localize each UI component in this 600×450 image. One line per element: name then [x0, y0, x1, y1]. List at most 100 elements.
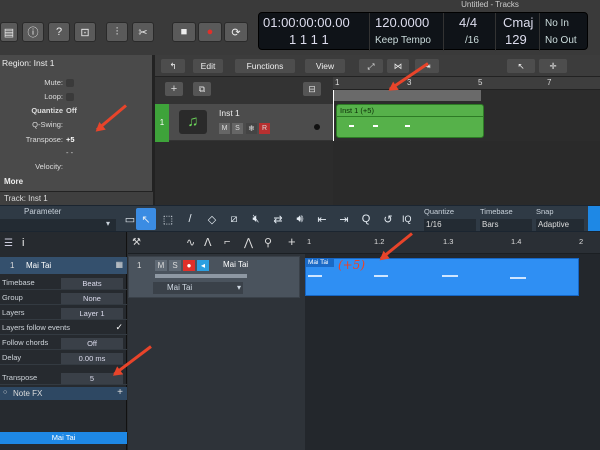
track-inspector-header[interactable]: Track: Inst 1 [0, 191, 153, 205]
s1-track-header[interactable]: 1 M S ● ◂ Mai Tai Mai Tai ▾ [128, 256, 300, 298]
note-fx-row[interactable]: ○ Note FX + [0, 387, 127, 400]
info-icon[interactable]: ⓘ [22, 22, 44, 42]
s1-toolbar: Parameter ▾ ▭ ↖ ⬚ / ◇ ⧄ 🔇︎ ⇄ 🔊︎ ⇤ ⇥ Q ↺ … [0, 205, 600, 232]
s1-ruler[interactable]: 1 1.2 1.3 1.4 2 [305, 232, 600, 254]
parameter-label: Parameter [24, 207, 62, 216]
group-select[interactable]: None [61, 293, 123, 304]
step-back-icon[interactable]: ⇤ [312, 208, 332, 230]
s1-mute-button[interactable]: M [155, 260, 167, 271]
collapse-icon[interactable]: ⋀ [244, 236, 253, 249]
layers-follow-checkbox[interactable]: ✓ [115, 322, 123, 333]
track-number: 1 [155, 104, 169, 142]
list-icon[interactable]: ☰ [4, 238, 13, 249]
timeline-ruler[interactable]: 1 3 5 7 [333, 77, 600, 90]
eraser-tool-icon[interactable]: ◇ [202, 208, 222, 230]
crosshair-tool-icon[interactable]: ✛ [539, 59, 567, 73]
flex-icon[interactable]: ⋈ [387, 59, 409, 73]
toolbar-icon[interactable]: ⊡ [74, 22, 96, 42]
s1-monitor-button[interactable]: ◂ [197, 260, 209, 271]
step-forward-icon[interactable]: ⇥ [334, 208, 354, 230]
instrument-select[interactable]: Mai Tai [153, 282, 243, 294]
note-bar [442, 275, 458, 277]
freeze-icon[interactable]: ❄ [246, 123, 257, 134]
stop-button[interactable]: ■ [172, 22, 196, 42]
catch-icon[interactable]: ⤢ [359, 59, 383, 73]
back-icon[interactable]: ↰ [161, 59, 185, 73]
parameter-dropdown[interactable] [0, 219, 116, 231]
region-inspector-header[interactable]: Region: Inst 1 [2, 58, 54, 68]
flip-icon[interactable]: ↺ [378, 208, 398, 230]
quantize-q-icon[interactable]: Q [356, 208, 376, 230]
range-tool-icon[interactable]: ⬚ [158, 208, 178, 230]
snap-toggle[interactable] [588, 206, 600, 231]
s1-track-name[interactable]: Mai Tai [223, 260, 248, 269]
ruler-mark: 3 [407, 78, 412, 87]
more-disclosure[interactable]: More [4, 177, 23, 186]
mute-checkbox[interactable] [66, 79, 74, 87]
automation-lane-icon[interactable]: ᐱ [204, 236, 212, 249]
transpose-value[interactable]: +5 [66, 135, 75, 144]
loop-checkbox[interactable] [66, 93, 74, 101]
paint-tool-icon[interactable]: ⧄ [224, 208, 244, 230]
s1-record-button[interactable]: ● [183, 260, 195, 271]
note-event[interactable]: Mai Tai (+5) [305, 258, 579, 296]
timebase-select[interactable]: Beats [61, 278, 123, 289]
inspector-row-transpose: Transpose: +5 [0, 135, 153, 147]
info-i-icon[interactable]: i [22, 237, 24, 249]
search-icon[interactable]: ⚲ [264, 236, 272, 249]
menu-edit[interactable]: Edit [193, 59, 223, 73]
inspector-track-row[interactable]: 1 Mai Tai ▦ [0, 257, 127, 274]
iq-label[interactable]: IQ [402, 214, 412, 224]
property-transpose: Transpose 5 [0, 370, 127, 385]
scissors-icon[interactable]: ✂ [132, 22, 154, 42]
property-follow-chords: Follow chords Off [0, 335, 127, 350]
add-track-button[interactable]: + [288, 234, 296, 249]
volume-slider[interactable] [155, 274, 247, 278]
solo-button[interactable]: S [232, 123, 243, 134]
lcd-display: 01:00:00:00.00 1 1 1 1 120.0000 Keep Tem… [258, 12, 588, 51]
automation-icon[interactable]: ∿ [186, 236, 195, 249]
bend-tool-icon[interactable]: ⇄ [268, 208, 288, 230]
transpose-label: Transpose: [25, 135, 63, 144]
timebase-dropdown[interactable]: Bars [480, 219, 532, 231]
snap-dropdown[interactable]: Adaptive [536, 219, 584, 231]
record-enable-button[interactable]: R [259, 123, 270, 134]
mute-button[interactable]: M [219, 123, 230, 134]
cycle-range[interactable] [333, 90, 481, 101]
track-header-inst1[interactable]: 1 ♫ Inst 1 M S ❄ R [155, 103, 333, 142]
split-tool-icon[interactable]: / [180, 208, 200, 230]
property-label: Delay [2, 353, 22, 362]
menu-view[interactable]: View [305, 59, 345, 73]
s1-ruler-mark: 1.4 [511, 237, 522, 246]
midi-region[interactable]: Inst 1 (+5) [336, 104, 484, 138]
mute-tool-icon[interactable]: 🔇︎ [246, 208, 266, 230]
follow-chords-select[interactable]: Off [61, 338, 123, 349]
tracks-menubar: ↰ Edit Functions View ⤢ ⋈ ⇥ ↖ ✛ [155, 55, 600, 77]
s1-solo-button[interactable]: S [169, 260, 181, 271]
duplicate-track-icon[interactable]: ⧉ [193, 82, 211, 96]
pointer-tool-icon[interactable]: ↖ [507, 59, 535, 73]
menu-functions[interactable]: Functions [235, 59, 295, 73]
folder-icon[interactable]: ⌐ [224, 236, 230, 248]
quantize-dropdown[interactable]: 1/16 [424, 219, 476, 231]
property-layers-follow: Layers follow events ✓ [0, 320, 127, 335]
track-name[interactable]: Inst 1 [219, 108, 240, 118]
quantize-value[interactable]: Off [66, 106, 77, 115]
catch-playhead-icon[interactable]: ⊟ [303, 82, 321, 96]
delay-field[interactable]: 0.00 ms [61, 353, 123, 364]
arrow-tool-icon[interactable]: ↖ [136, 208, 156, 230]
cycle-button[interactable]: ⟳ [224, 22, 248, 42]
record-button[interactable]: ● [198, 22, 222, 42]
library-button[interactable]: ▤ [0, 22, 18, 42]
s1-inspector: ☰ i 1 Mai Tai ▦ Timebase Beats Group None … [0, 232, 127, 450]
s1-ruler-mark: 1.3 [443, 237, 454, 246]
add-track-button[interactable]: + [165, 82, 183, 96]
layers-select[interactable]: Layer 1 [61, 308, 123, 319]
help-icon[interactable]: ? [48, 22, 70, 42]
channel-footer[interactable]: Mai Tai [0, 432, 127, 444]
qswing-label: Q-Swing: [32, 120, 63, 129]
listen-tool-icon[interactable]: 🔊︎ [290, 208, 310, 230]
add-note-fx-button[interactable]: + [117, 387, 123, 398]
mixer-icon[interactable]: ⫶ [106, 22, 128, 42]
wrench-icon[interactable]: ⚒ [132, 237, 141, 248]
